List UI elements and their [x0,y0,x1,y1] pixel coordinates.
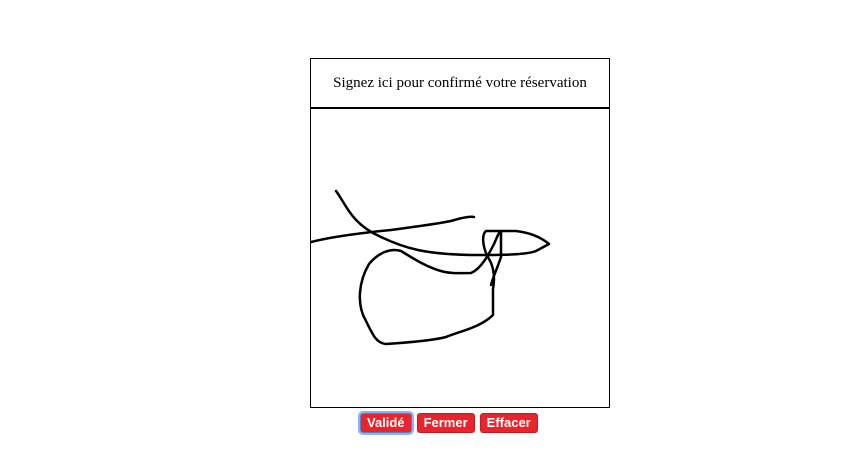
signature-stroke [311,215,476,244]
close-button[interactable]: Fermer [416,413,475,433]
validate-button[interactable]: Validé [358,411,414,435]
action-buttons: Validé Fermer Effacer [358,411,538,435]
signature-canvas[interactable] [311,109,609,407]
signature-strokes [311,189,551,346]
clear-button[interactable]: Effacer [479,413,538,433]
signature-stroke [334,189,551,346]
signature-panel: Signez ici pour confirmé votre réservati… [310,58,610,408]
signature-header: Signez ici pour confirmé votre réservati… [311,59,609,109]
